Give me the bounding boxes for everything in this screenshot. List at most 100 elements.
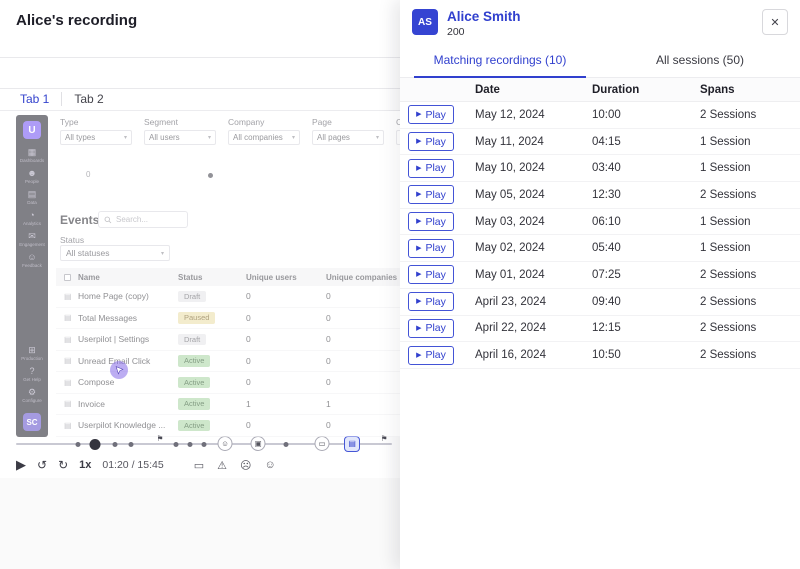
play-cell: ▶Play — [408, 346, 475, 365]
play-button[interactable]: ▶Play — [408, 212, 454, 231]
play-button[interactable]: ▶Play — [408, 239, 454, 258]
sidebar-item-people[interactable]: ☻People — [19, 168, 45, 184]
alert-icon[interactable]: ⚠ — [217, 459, 227, 472]
session-frame: U ▦Dashboards☻People▤Data◔Analytics✉Enga… — [0, 111, 400, 437]
sidebar-item-analytics[interactable]: ◔Analytics — [19, 210, 45, 226]
recording-tabs: Tab 1 Tab 2 — [20, 92, 104, 106]
recording-date: May 05, 2024 — [475, 189, 592, 201]
table-row[interactable]: ▤ComposeActive00 — [56, 372, 400, 394]
play-button[interactable]: ▶ — [16, 457, 26, 473]
speed-button[interactable]: 1x — [79, 459, 91, 471]
play-cell: ▶Play — [408, 292, 475, 311]
sidebar-item-data[interactable]: ▤Data — [19, 189, 45, 205]
recording-duration: 03:40 — [592, 162, 700, 174]
mini-chart: 0 — [60, 156, 390, 211]
close-button[interactable]: ✕ — [762, 9, 788, 35]
chevron-down-icon: ▾ — [161, 250, 164, 257]
timeline-dot — [112, 442, 117, 447]
play-button[interactable]: ▶Play — [408, 346, 454, 365]
chat-marker-icon[interactable]: ▭ — [315, 436, 330, 451]
timeline-dot — [76, 442, 81, 447]
status-badge: Active — [178, 420, 210, 432]
recording-spans: 1 Session — [700, 242, 800, 254]
table-row[interactable]: ▤Userpilot Knowledge ...Active00 — [56, 415, 400, 437]
table-row[interactable]: ▤InvoiceActive11 — [56, 394, 400, 416]
timeline[interactable]: ⚑☺▣▭▤⚑ — [16, 437, 392, 453]
events-search[interactable] — [98, 211, 188, 228]
filter-label: Segment — [144, 117, 216, 127]
recording-spans: 1 Session — [700, 162, 800, 174]
play-label: Play — [425, 322, 445, 334]
smile-icon[interactable]: ☺ — [264, 459, 275, 472]
play-button[interactable]: ▶Play — [408, 265, 454, 284]
image-marker-icon[interactable]: ▣ — [251, 436, 266, 451]
play-label: Play — [425, 269, 445, 281]
unique-companies-value: 0 — [326, 420, 400, 430]
recording-spans: 1 Session — [700, 216, 800, 228]
event-icon: ▤ — [64, 421, 78, 430]
status-filter-select[interactable]: All statuses ▾ — [60, 245, 170, 261]
app-sidebar: U ▦Dashboards☻People▤Data◔Analytics✉Enga… — [16, 115, 48, 437]
close-icon: ✕ — [770, 16, 779, 29]
rewind-10-button[interactable]: ↺ — [37, 458, 47, 472]
sidebar-item-label: Data — [27, 200, 37, 205]
play-cell: ▶Play — [408, 265, 475, 284]
chevron-down-icon: ▾ — [124, 134, 127, 141]
comment-icon[interactable]: ▭ — [194, 459, 204, 472]
filter-select[interactable]: All companies▾ — [228, 130, 300, 145]
filter-select[interactable]: All types ▾ — [60, 130, 132, 145]
play-cell: ▶ Play — [408, 319, 475, 338]
play-button[interactable]: ▶Play — [408, 159, 454, 178]
playhead[interactable] — [89, 439, 100, 450]
filter-select[interactable]: All users▾ — [144, 130, 216, 145]
table-row[interactable]: ▤Userpilot | SettingsDraft00 — [56, 329, 400, 351]
table-row[interactable]: ▤Total MessagesPaused00 — [56, 308, 400, 330]
recording-row: ▶PlayApril 16, 202410:502 Sessions — [400, 342, 800, 369]
sidebar-item-production[interactable]: ⊞Production — [21, 345, 43, 361]
sidebar-item-engagement[interactable]: ✉Engagement — [19, 231, 45, 247]
play-button[interactable]: ▶Play — [408, 185, 454, 204]
sidebar-item-dashboards[interactable]: ▦Dashboards — [19, 147, 45, 163]
frown-icon[interactable]: ☹ — [240, 459, 251, 472]
play-icon: ▶ — [416, 352, 421, 359]
sidebar-item-get-help[interactable]: ?Get Help — [21, 366, 43, 382]
tab-matching-recordings[interactable]: Matching recordings (10) — [400, 44, 600, 77]
search-input[interactable] — [116, 215, 182, 224]
play-button[interactable]: ▶ Play — [408, 319, 454, 338]
table-row[interactable]: ▤Unread Email ClickActive00 — [56, 351, 400, 373]
play-button[interactable]: ▶Play — [408, 132, 454, 151]
event-name: Home Page (copy) — [78, 291, 178, 301]
play-icon: ▶ — [416, 191, 421, 198]
active-marker-icon[interactable]: ▤ — [344, 436, 360, 452]
recording-row: ▶PlayMay 05, 202412:302 Sessions — [400, 182, 800, 209]
play-cell: ▶Play — [408, 132, 475, 151]
page-title: Alice's recording — [16, 12, 137, 29]
select-all-checkbox[interactable] — [64, 274, 71, 281]
user-name[interactable]: Alice Smith — [447, 9, 521, 24]
tab-2[interactable]: Tab 2 — [61, 92, 103, 106]
col-date: Date — [475, 84, 592, 96]
sidebar-avatar[interactable]: SC — [23, 413, 41, 431]
play-label: Play — [425, 216, 445, 228]
tab-all-sessions[interactable]: All sessions (50) — [600, 44, 800, 77]
sidebar-item-configure[interactable]: ⚙Configure — [21, 387, 43, 403]
filter-select[interactable]: All pages▾ — [312, 130, 384, 145]
col-name: Name — [78, 273, 178, 282]
smiley-marker-icon[interactable]: ☺ — [218, 436, 233, 451]
recording-duration: 04:15 — [592, 136, 700, 148]
forward-10-button[interactable]: ↻ — [58, 458, 68, 472]
sidebar-item-feedback[interactable]: ☺Feedback — [19, 252, 45, 268]
table-row[interactable]: ▤Home Page (copy)Draft00 — [56, 286, 400, 308]
play-button[interactable]: ▶Play — [408, 292, 454, 311]
filter-label: Type — [60, 117, 132, 127]
unique-users-value: 0 — [246, 291, 326, 301]
filter-value: All types — [65, 133, 95, 142]
sidebar-item-label: Get Help — [23, 377, 41, 382]
filter-value: All pages — [317, 133, 350, 142]
recording-date: May 02, 2024 — [475, 242, 592, 254]
tab-1[interactable]: Tab 1 — [20, 92, 61, 106]
bottom-area — [0, 478, 400, 569]
play-cell: ▶Play — [408, 185, 475, 204]
play-icon: ▶ — [416, 325, 421, 332]
play-button[interactable]: ▶Play — [408, 105, 454, 124]
